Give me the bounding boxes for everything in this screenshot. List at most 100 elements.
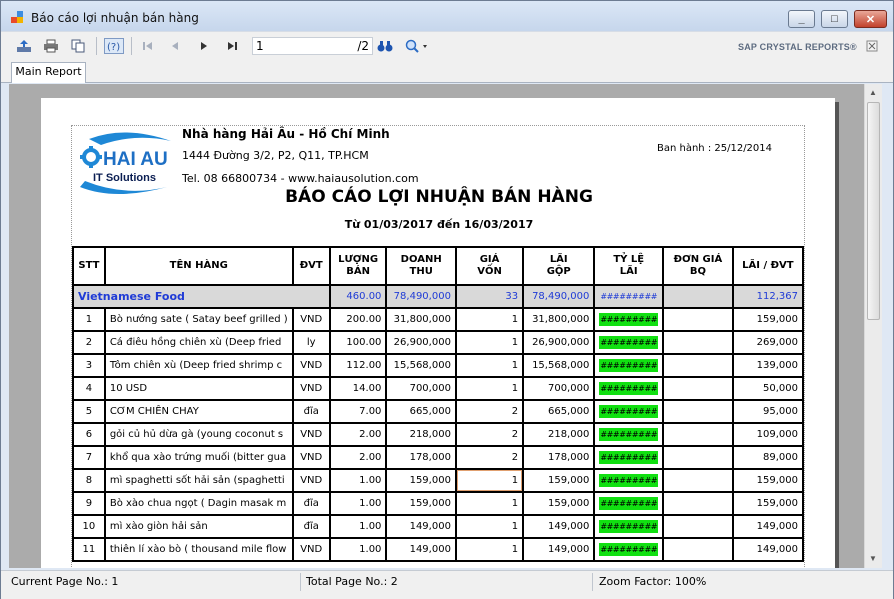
table-cell: 10 (72, 514, 106, 539)
column-header: DOANH THU (385, 246, 457, 286)
table-cell: 700,000 (385, 376, 457, 401)
table-cell (662, 353, 734, 378)
maximize-button[interactable]: □ (821, 10, 848, 28)
toolbar-separator (96, 37, 97, 55)
table-cell: CƠM CHIÊN CHAY (103, 399, 294, 424)
table-cell: 159,000 (385, 468, 457, 493)
table-cell: 159,000 (522, 468, 596, 493)
rate-value: ######### (599, 451, 659, 464)
table-cell: 178,000 (385, 445, 457, 470)
table-row[interactable]: 11 thiên lí xào bò ( thousand mile flow VN… (72, 537, 805, 562)
column-header: LÃI GỘP (522, 246, 596, 286)
table-cell: 665,000 (522, 399, 596, 424)
table-cell (662, 468, 734, 493)
table-row[interactable]: 1 Bò nướng sate ( Satay beef grilled ) VND… (72, 307, 805, 332)
profit-table: STT TÊN HÀNG ĐVT LƯỢNG BÁN DOANH THU GIÁ VỐN LÃI G… (72, 246, 805, 562)
column-header: TỶ LỆ LÃI (593, 246, 665, 286)
page-total: /2 (357, 39, 369, 53)
vertical-scrollbar[interactable]: ▲ ▼ (864, 84, 882, 568)
rate-value: ######### (599, 474, 659, 487)
table-cell: 665,000 (385, 399, 457, 424)
table-row[interactable]: 9 Bò xào chua ngọt ( Dagin masak m đĩa 1.00… (72, 491, 805, 516)
page-number-input[interactable]: 1 /2 (252, 37, 373, 55)
report-window: Báo cáo lợi nhuận bán hàng _ □ ✕ (?) 1 /… (0, 0, 894, 599)
status-separator (592, 573, 593, 591)
close-icon: ✕ (865, 13, 876, 26)
group-tree-icon[interactable]: (?) (104, 38, 124, 54)
print-icon[interactable] (42, 38, 60, 54)
table-cell: 1.00 (328, 468, 388, 493)
tab-main-report[interactable]: Main Report (11, 62, 86, 83)
table-cell: 26,900,000 (385, 330, 457, 355)
table-cell: 78,490,000 (385, 284, 457, 309)
minimize-icon: _ (798, 13, 805, 25)
table-cell: ######### (593, 284, 665, 309)
table-cell (662, 330, 734, 355)
rate-value: ######### (599, 336, 659, 349)
column-header: ĐVT (291, 246, 331, 286)
report-page: HAI AU IT Solutions Nhà hàng Hải Âu - Hồ… (41, 98, 835, 568)
table-cell: 15,568,000 (522, 353, 596, 378)
table-cell: 2 (454, 445, 525, 470)
table-cell: 26,900,000 (522, 330, 596, 355)
rate-value: ######### (599, 313, 659, 326)
table-cell: 149,000 (522, 537, 596, 562)
table-cell: 50,000 (731, 376, 805, 401)
scroll-thumb[interactable] (867, 102, 880, 320)
table-cell: 9 (72, 491, 106, 516)
company-address: 1444 Đường 3/2, P2, Q11, TP.HCM (182, 149, 369, 162)
column-header: LƯỢNG BÁN (328, 246, 388, 286)
copy-icon[interactable] (69, 38, 87, 54)
table-cell: thiên lí xào bò ( thousand mile flow (103, 537, 294, 562)
table-row[interactable]: 10 mì xào giòn hải sản đĩa 1.00 149,000 1 149,… (72, 514, 805, 539)
table-row[interactable]: 8 mì spaghetti sốt hải sản (spaghetti VND 1… (72, 468, 805, 493)
total-page-status: Total Page No.: 2 (306, 575, 398, 588)
next-page-icon[interactable] (195, 38, 213, 54)
table-row[interactable]: 5 CƠM CHIÊN CHAY đĩa 7.00 665,000 2 665,000 ###… (72, 399, 805, 424)
table-cell: gỏi củ hủ dừa gà (young coconut s (103, 422, 294, 447)
zoom-icon[interactable] (404, 38, 430, 54)
scroll-up-icon[interactable]: ▲ (869, 88, 877, 97)
prev-page-icon[interactable] (166, 38, 184, 54)
table-cell: 1 (454, 353, 525, 378)
table-cell: VND (291, 468, 331, 493)
table-cell: 149,000 (731, 514, 805, 539)
report-viewer[interactable]: HAI AU IT Solutions Nhà hàng Hải Âu - Hồ… (9, 84, 864, 568)
table-cell: ######### (593, 353, 665, 378)
logo-subtext: IT Solutions (93, 172, 156, 184)
table-cell: 1 (454, 330, 525, 355)
table-cell: 89,000 (731, 445, 805, 470)
table-cell (662, 491, 734, 516)
minimize-button[interactable]: _ (788, 10, 815, 28)
table-cell: ######### (593, 376, 665, 401)
zoom-status: Zoom Factor: 100% (599, 575, 707, 588)
table-cell: đĩa (291, 399, 331, 424)
table-cell: 4 (72, 376, 106, 401)
rate-value: ######### (599, 405, 659, 418)
close-tab-icon[interactable] (863, 38, 881, 54)
table-cell: ######### (593, 468, 665, 493)
title-bar: Báo cáo lợi nhuận bán hàng _ □ ✕ (1, 1, 893, 31)
rate-value: ######### (599, 359, 659, 372)
table-cell: 1 (454, 491, 525, 516)
table-row[interactable]: 2 Cá điêu hồng chiên xù (Deep fried ly 100.… (72, 330, 805, 355)
table-row[interactable]: 7 khổ qua xào trứng muối (bitter gua VND 2.… (72, 445, 805, 470)
table-cell: 1 (454, 514, 525, 539)
table-row[interactable]: 6 gỏi củ hủ dừa gà (young coconut s VND 2.0… (72, 422, 805, 447)
table-row[interactable]: 4 10 USD VND 14.00 700,000 1 700,000 ######### 5… (72, 376, 805, 401)
table-cell: VND (291, 307, 331, 332)
table-cell: 1.00 (328, 514, 388, 539)
logo-text: HAI AU (103, 149, 168, 170)
export-icon[interactable] (15, 38, 33, 54)
first-page-icon[interactable] (139, 38, 157, 54)
table-row[interactable]: 3 Tôm chiên xù (Deep fried shrimp c VND 112… (72, 353, 805, 378)
table-cell: ######### (593, 537, 665, 562)
table-cell: 11 (72, 537, 106, 562)
close-button[interactable]: ✕ (854, 10, 887, 28)
toolbar: (?) 1 /2 SAP CRYSTAL REPORTS® (1, 31, 893, 60)
last-page-icon[interactable] (223, 38, 241, 54)
table-cell: 139,000 (731, 353, 805, 378)
binoculars-icon[interactable] (376, 38, 394, 54)
scroll-down-icon[interactable]: ▼ (869, 554, 877, 563)
table-cell: 1.00 (328, 491, 388, 516)
